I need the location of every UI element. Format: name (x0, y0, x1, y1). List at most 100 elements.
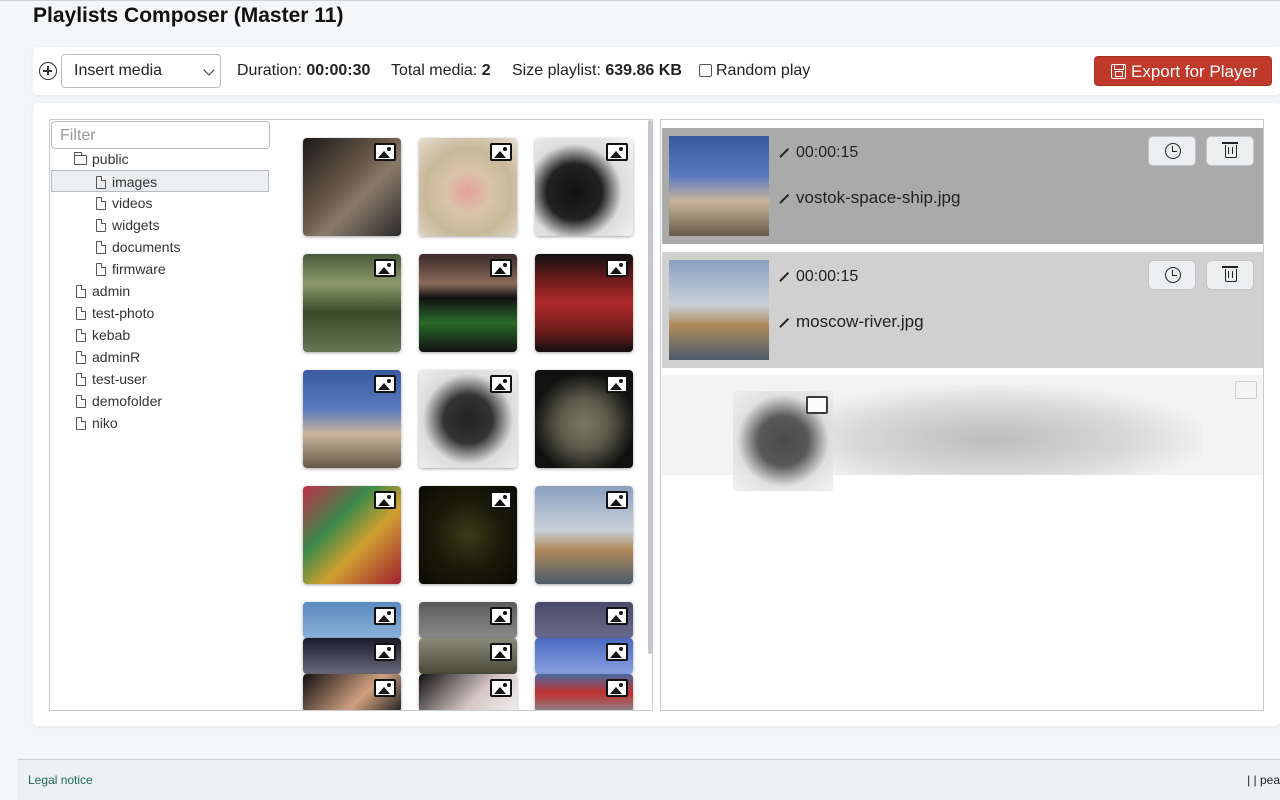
file-icon (76, 329, 86, 342)
tree-folder-demofolder[interactable]: demofolder (76, 390, 162, 412)
image-icon (374, 643, 396, 661)
media-thumb[interactable] (303, 674, 401, 710)
random-play-checkbox[interactable] (699, 64, 712, 77)
add-circle-icon[interactable] (39, 62, 57, 80)
image-icon (606, 643, 628, 661)
file-icon (76, 307, 86, 320)
media-thumb[interactable] (535, 638, 633, 674)
duration-info: Duration: 00:00:30 (237, 62, 370, 80)
image-icon (490, 643, 512, 661)
file-icon (96, 241, 106, 254)
playlist-item[interactable]: 00:00:15 vostok-space-ship.jpg (662, 128, 1263, 244)
media-scrollbar[interactable] (648, 120, 652, 654)
image-icon (374, 259, 396, 277)
tree-folder-niko[interactable]: niko (76, 412, 118, 434)
media-thumb[interactable] (303, 638, 401, 674)
media-browser: Filter public images videos widgets docu… (49, 119, 653, 711)
insert-media-select[interactable]: Insert media (61, 54, 221, 88)
image-icon (490, 607, 512, 625)
media-thumb[interactable] (419, 674, 517, 710)
file-icon (76, 285, 86, 298)
total-media-value: 2 (481, 62, 491, 79)
delete-item-button[interactable] (1206, 260, 1254, 290)
tree-label: admin (92, 283, 131, 299)
dragged-media[interactable] (733, 391, 833, 491)
image-icon (606, 375, 628, 393)
tree-folder-test-photo[interactable]: test-photo (76, 302, 154, 324)
tree-folder-kebab[interactable]: kebab (76, 324, 130, 346)
tree-folder-widgets[interactable]: widgets (96, 214, 159, 236)
alarm-clock-icon (1165, 143, 1181, 159)
playlist-item-duration[interactable]: 00:00:15 (778, 268, 858, 286)
tree-folder-firmware[interactable]: firmware (96, 258, 166, 280)
pencil-icon (779, 271, 789, 282)
media-thumb[interactable] (535, 254, 633, 352)
media-thumb[interactable] (535, 138, 633, 236)
media-thumb[interactable] (303, 138, 401, 236)
media-thumb[interactable] (535, 674, 633, 710)
page-title: Playlists Composer (Master 11) (33, 4, 344, 27)
pencil-icon (779, 147, 789, 158)
top-divider (0, 0, 1280, 1)
filter-input[interactable]: Filter (51, 121, 270, 149)
file-icon (76, 417, 86, 430)
export-label: Export for Player (1131, 62, 1258, 81)
file-icon (96, 263, 106, 276)
file-icon (76, 351, 86, 364)
tree-folder-images[interactable]: images (51, 170, 269, 192)
pencil-icon (779, 317, 789, 328)
media-thumb[interactable] (303, 370, 401, 468)
duration-value: 00:00:30 (306, 62, 371, 79)
media-thumb[interactable] (535, 370, 633, 468)
image-icon (1235, 381, 1257, 399)
image-icon (606, 143, 628, 161)
tree-label: test-photo (92, 305, 155, 321)
image-icon (806, 396, 828, 414)
random-play-label[interactable]: Random play (716, 62, 810, 80)
media-thumb[interactable] (419, 638, 517, 674)
playlist-item-duration[interactable]: 00:00:15 (778, 144, 858, 162)
playlist-item[interactable]: 00:00:15 moscow-river.jpg (662, 252, 1263, 368)
media-thumb[interactable] (419, 602, 517, 638)
media-thumb[interactable] (535, 602, 633, 638)
set-duration-button[interactable] (1148, 260, 1196, 290)
tree-folder-test-user[interactable]: test-user (76, 368, 146, 390)
media-thumb[interactable] (303, 486, 401, 584)
media-thumb[interactable] (419, 138, 517, 236)
name-text: vostok-space-ship.jpg (796, 188, 961, 207)
playlist-item-thumb (669, 136, 769, 236)
image-icon (606, 491, 628, 509)
media-thumb[interactable] (419, 486, 517, 584)
file-icon (76, 395, 86, 408)
playlist-item-name[interactable]: vostok-space-ship.jpg (778, 188, 960, 208)
tree-folder-admin[interactable]: admin (76, 280, 130, 302)
tree-label: documents (112, 239, 181, 255)
media-thumb[interactable] (419, 370, 517, 468)
total-media-label: Total media: (391, 62, 478, 79)
duration-text: 00:00:15 (796, 144, 859, 161)
size-playlist-value: 639.86 KB (605, 62, 682, 79)
media-thumb[interactable] (303, 602, 401, 638)
image-icon (374, 375, 396, 393)
chevron-down-icon (203, 64, 215, 76)
tree-label: kebab (92, 327, 131, 343)
tree-label: public (92, 151, 129, 167)
duration-text: 00:00:15 (796, 268, 859, 285)
media-thumb[interactable] (303, 254, 401, 352)
playlist-item-name[interactable]: moscow-river.jpg (778, 312, 924, 332)
media-thumb[interactable] (535, 486, 633, 584)
export-for-player-button[interactable]: Export for Player (1094, 56, 1272, 86)
folder-open-icon (74, 152, 87, 165)
tree-folder-public[interactable]: public (74, 148, 129, 170)
set-duration-button[interactable] (1148, 136, 1196, 166)
legal-notice-link[interactable]: Legal notice (28, 773, 93, 787)
save-icon (1111, 64, 1126, 79)
image-icon (374, 143, 396, 161)
media-thumb[interactable] (419, 254, 517, 352)
tree-folder-videos[interactable]: videos (96, 192, 152, 214)
tree-folder-documents[interactable]: documents (96, 236, 180, 258)
file-icon (96, 176, 106, 189)
tree-label: images (112, 174, 158, 190)
tree-folder-adminR[interactable]: adminR (76, 346, 140, 368)
delete-item-button[interactable] (1206, 136, 1254, 166)
